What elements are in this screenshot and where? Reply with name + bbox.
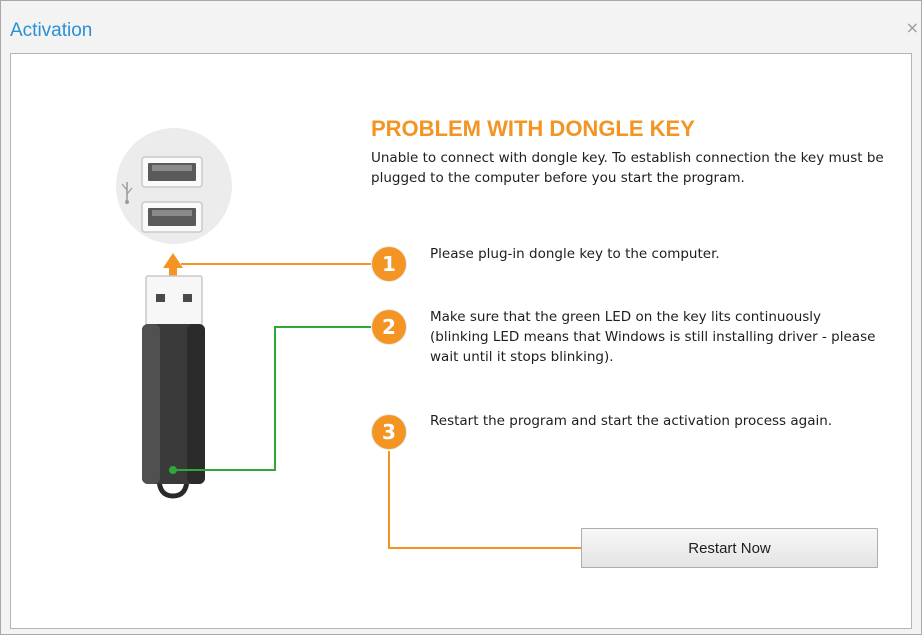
activation-window: Activation × PROBLEM WITH DONGLE KEY Una…: [0, 0, 922, 635]
close-icon[interactable]: ×: [906, 18, 919, 37]
restart-now-button[interactable]: Restart Now: [581, 528, 878, 568]
step-1-text: Please plug-in dongle key to the compute…: [430, 246, 720, 262]
plug-arrow: [163, 253, 183, 276]
problem-description: Unable to connect with dongle key. To es…: [371, 150, 884, 186]
title-bar: Activation ×: [1, 1, 921, 53]
window-title: Activation: [10, 20, 93, 41]
step-3-text: Restart the program and start the activa…: [430, 413, 833, 429]
connector-step2: [177, 326, 371, 471]
connector-step3: [388, 451, 581, 549]
content-panel: PROBLEM WITH DONGLE KEY Unable to connec…: [10, 53, 912, 629]
green-led-icon: [169, 466, 177, 474]
usb-ports-icon: [116, 128, 232, 244]
usb-dongle-icon: [142, 275, 205, 499]
problem-heading: PROBLEM WITH DONGLE KEY: [371, 116, 695, 141]
step-2-text: Make sure that the green LED on the key …: [430, 309, 876, 365]
step-3-badge: 3: [372, 415, 406, 449]
step-1-badge: 1: [372, 247, 406, 281]
step-2-badge: 2: [372, 310, 406, 344]
